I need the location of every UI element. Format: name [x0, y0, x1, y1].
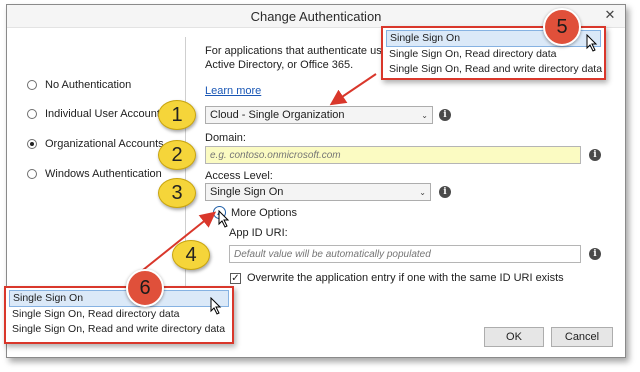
callout-badge-3: 3 [158, 178, 196, 208]
callout-badge-5: 5 [543, 8, 581, 46]
mouse-cursor-icon [218, 210, 230, 228]
dropdown-option[interactable]: Single Sign On, Read and write directory… [9, 322, 229, 337]
callout-badge-6: 6 [126, 269, 164, 307]
dropdown-option[interactable]: Single Sign On, Read and write directory… [386, 62, 602, 77]
access-level-dropdown-popup-bottom: Single Sign On Single Sign On, Read dire… [4, 286, 234, 344]
callout-badge-2: 2 [158, 140, 196, 170]
callout-badge-1: 1 [158, 100, 196, 130]
dropdown-option[interactable]: Single Sign On [9, 290, 229, 307]
dropdown-option[interactable]: Single Sign On, Read directory data [9, 307, 229, 322]
mouse-cursor-icon [586, 34, 598, 52]
dropdown-option[interactable]: Single Sign On, Read directory data [386, 47, 601, 62]
arrow-to-tenant-combobox [329, 73, 377, 106]
mouse-cursor-icon [210, 297, 222, 315]
callout-badge-4: 4 [172, 240, 210, 270]
